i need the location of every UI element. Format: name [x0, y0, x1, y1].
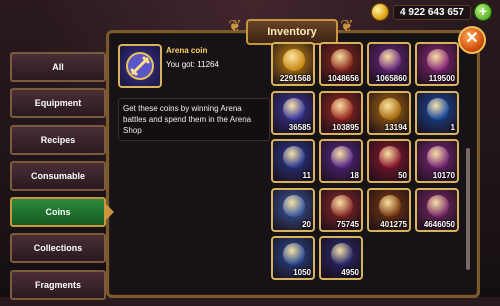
- inventory-item[interactable]: 1: [415, 90, 459, 135]
- tab-all[interactable]: All: [10, 52, 106, 82]
- item-quantity: 75745: [336, 219, 359, 229]
- close-button[interactable]: ✕: [458, 26, 486, 54]
- item-quantity: You got: 11264: [166, 60, 219, 69]
- inventory-item[interactable]: 10170: [415, 139, 459, 183]
- item-quantity: 1048656: [327, 74, 359, 83]
- item-quantity: 18: [350, 171, 359, 180]
- add-gold-button[interactable]: +: [474, 3, 492, 21]
- inventory-item[interactable]: 20: [271, 187, 315, 232]
- inventory-item[interactable]: 1065860: [367, 42, 411, 86]
- gold-amount: 4 922 643 657: [393, 4, 471, 20]
- inventory-item[interactable]: 18: [319, 139, 363, 183]
- item-quantity: 1065860: [375, 74, 407, 83]
- item-quantity: 13194: [384, 122, 407, 132]
- tab-fragments[interactable]: Fragments: [10, 269, 106, 300]
- item-quantity: 4950: [341, 268, 359, 277]
- tab-collections[interactable]: Collections: [10, 233, 106, 264]
- item-quantity: 50: [398, 171, 407, 180]
- gold-coin-icon: [371, 3, 390, 21]
- title-ornament-right-icon: ❦: [340, 18, 354, 35]
- gold-coin-icon: [283, 49, 305, 71]
- inventory-item[interactable]: 11: [271, 139, 315, 183]
- inventory-item[interactable]: 1050: [271, 236, 315, 280]
- inventory-item[interactable]: 103895: [319, 90, 363, 135]
- category-tabs: All Equipment Recipes Consumable Coins C…: [10, 52, 114, 306]
- item-grid: 2291568 1048656 1065860 119500 36585 103895 13…: [271, 42, 459, 280]
- crystal-icon: [427, 146, 449, 168]
- ticket-icon: [427, 97, 449, 120]
- inventory-item[interactable]: 50: [367, 139, 411, 183]
- inventory-item[interactable]: 401275: [367, 187, 411, 232]
- amulet-icon: [331, 243, 353, 265]
- rune-coin-icon: [331, 194, 353, 217]
- tab-consumable[interactable]: Consumable: [10, 160, 106, 191]
- ember-coin-icon: [379, 194, 401, 217]
- item-name: Arena coin: [166, 46, 208, 55]
- inventory-item[interactable]: 2291568: [271, 42, 315, 86]
- scroll-icon: [283, 194, 305, 217]
- temple-coin-icon: [379, 49, 401, 71]
- guild-coin-icon: [379, 97, 401, 120]
- magenta-gem-icon: [427, 194, 449, 217]
- item-quantity: 103895: [332, 122, 359, 132]
- item-description: Get these coins by winning Arena battles…: [118, 98, 270, 141]
- purple-orb-coin-icon: [427, 49, 449, 71]
- compass-icon: [283, 146, 305, 168]
- arena-coin-icon: [118, 44, 162, 88]
- tab-recipes[interactable]: Recipes: [10, 124, 106, 155]
- tab-equipment[interactable]: Equipment: [10, 88, 106, 119]
- tab-coins[interactable]: Coins: [10, 197, 114, 228]
- item-quantity: 20: [302, 219, 311, 229]
- item-quantity: 1050: [293, 268, 311, 277]
- gem-pile-icon: [283, 97, 305, 120]
- inventory-item[interactable]: 13194: [367, 90, 411, 135]
- item-quantity: 401275: [380, 219, 407, 229]
- title-ornament-left-icon: ❦: [228, 18, 242, 35]
- item-quantity: 2291568: [279, 74, 311, 83]
- portal-coin-icon: [283, 243, 305, 265]
- item-quantity: 1: [450, 122, 455, 132]
- grid-scrollbar[interactable]: [466, 148, 470, 270]
- item-quantity: 4646050: [423, 219, 455, 229]
- red-orb-icon: [379, 146, 401, 168]
- item-quantity: 10170: [432, 171, 455, 180]
- item-quantity: 36585: [288, 122, 311, 132]
- inventory-item[interactable]: 4950: [319, 236, 363, 280]
- dragon-emblem-icon: [331, 97, 353, 120]
- fire-coin-icon: [331, 49, 353, 71]
- inventory-item[interactable]: 1048656: [319, 42, 363, 86]
- currency-bar: 4 922 643 657 +: [371, 3, 492, 21]
- item-quantity: 11: [302, 171, 311, 180]
- inventory-item[interactable]: 36585: [271, 90, 315, 135]
- inventory-item[interactable]: 119500: [415, 42, 459, 86]
- inventory-item[interactable]: 4646050: [415, 187, 459, 232]
- item-quantity: 119500: [428, 74, 455, 83]
- inventory-item[interactable]: 75745: [319, 187, 363, 232]
- arena-coin-icon: [331, 146, 353, 168]
